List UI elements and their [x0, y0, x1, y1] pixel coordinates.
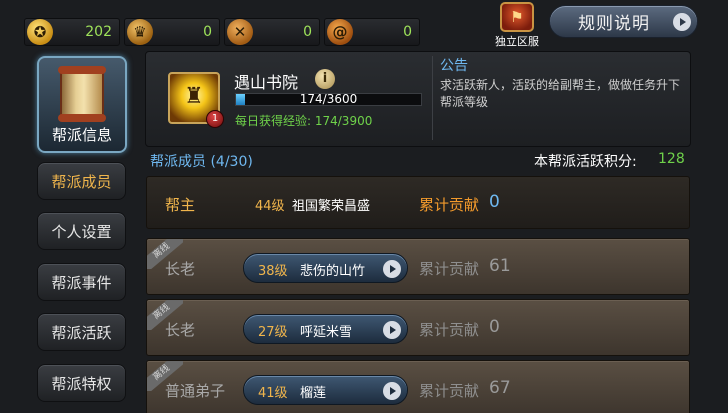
- nav-item-privileges[interactable]: 帮派特权: [37, 364, 126, 402]
- currency-spiral: @ 0: [324, 18, 420, 46]
- currency-value: 0: [303, 24, 312, 40]
- member-name: 祖国繁荣昌盛: [292, 199, 371, 214]
- scroll-icon: [58, 66, 106, 122]
- currency-helmet: ♛ 0: [124, 18, 220, 46]
- contribution-value: 67: [489, 378, 511, 398]
- member-role: 帮主: [165, 196, 196, 214]
- nav-item-guild-info[interactable]: 帮派信息: [37, 56, 127, 153]
- member-role: 长老: [165, 321, 196, 339]
- member-level: 27级: [258, 325, 288, 340]
- contribution-value: 0: [489, 317, 500, 337]
- guild-level-badge: 1: [206, 110, 224, 128]
- member-name: 呼延米雪: [300, 325, 353, 340]
- contribution-label: 累计贡献: [419, 382, 480, 400]
- arrow-right-icon: [383, 321, 401, 339]
- contribution-value: 61: [489, 256, 511, 276]
- exp-text: 174/3600: [299, 92, 358, 106]
- member-name-button[interactable]: 38级 悲伤的山竹: [243, 253, 408, 283]
- banner-icon[interactable]: ⚑: [500, 2, 534, 32]
- member-level: 44级: [255, 199, 285, 214]
- currency-value: 202: [85, 24, 112, 40]
- nav-item-members[interactable]: 帮派成员: [37, 162, 126, 200]
- crossed-swords-icon: ✕: [227, 19, 253, 45]
- nav-item-activity[interactable]: 帮派活跃: [37, 313, 126, 351]
- guild-name: 遇山书院: [234, 73, 299, 92]
- member-name-button[interactable]: 27级 呼延米雪: [243, 314, 408, 344]
- currency-value: 0: [403, 24, 412, 40]
- member-level: 38级: [258, 264, 288, 279]
- helmet-icon: ♛: [127, 19, 153, 45]
- nav-item-personal-settings[interactable]: 个人设置: [37, 212, 126, 250]
- member-name: 悲伤的山竹: [300, 264, 366, 279]
- currency-bar: ✪ 202 ♛ 0 ✕ 0 @ 0: [24, 18, 420, 46]
- contribution-label: 累计贡献: [419, 196, 480, 214]
- activity-score-label: 本帮派活跃积分:: [534, 154, 637, 170]
- currency-gold: ✪ 202: [24, 18, 120, 46]
- member-name-button[interactable]: 41级 榴莲: [243, 375, 408, 405]
- member-row[interactable]: 离线 长老 27级 呼延米雪 累计贡献 0: [146, 299, 690, 356]
- members-count-title: 帮派成员 (4/30): [150, 154, 253, 170]
- rules-button-label: 规则说明: [578, 14, 650, 34]
- currency-value: 0: [203, 24, 212, 40]
- contribution-label: 累计贡献: [419, 321, 480, 339]
- info-icon[interactable]: i: [315, 69, 335, 89]
- currency-swords: ✕ 0: [224, 18, 320, 46]
- activity-score-value: 128: [658, 151, 685, 167]
- member-level: 41级: [258, 386, 288, 401]
- rules-button[interactable]: 规则说明: [549, 5, 698, 38]
- guild-exp-bar: 174/3600: [235, 92, 422, 106]
- arrow-right-icon: [673, 13, 691, 31]
- server-label[interactable]: 独立区服: [486, 33, 548, 49]
- spiral-coin-icon: @: [327, 19, 353, 45]
- temple-icon: ♜: [184, 84, 204, 109]
- member-name: 榴莲: [300, 386, 327, 401]
- arrow-right-icon: [383, 382, 401, 400]
- contribution-value: 0: [489, 192, 500, 212]
- notice-title: 公告: [440, 58, 468, 74]
- nav-item-events[interactable]: 帮派事件: [37, 263, 126, 301]
- contribution-label: 累计贡献: [419, 260, 480, 278]
- member-row-leader[interactable]: 帮主 44级 祖国繁荣昌盛 累计贡献 0: [146, 176, 690, 229]
- daily-exp-text: 每日获得经验: 174/3900: [235, 114, 373, 128]
- member-row[interactable]: 离线 长老 38级 悲伤的山竹 累计贡献 61: [146, 238, 690, 295]
- arrow-right-icon: [383, 260, 401, 278]
- nav-item-label: 帮派信息: [51, 126, 112, 144]
- member-role: 长老: [165, 260, 196, 278]
- member-role: 普通弟子: [165, 382, 226, 400]
- notice-text: 求活跃新人，活跃的给副帮主，做做任务升下帮派等级: [440, 78, 681, 109]
- member-row[interactable]: 离线 普通弟子 41级 榴莲 累计贡献 67: [146, 360, 690, 413]
- divider: [432, 56, 433, 140]
- gold-coin-icon: ✪: [27, 19, 53, 45]
